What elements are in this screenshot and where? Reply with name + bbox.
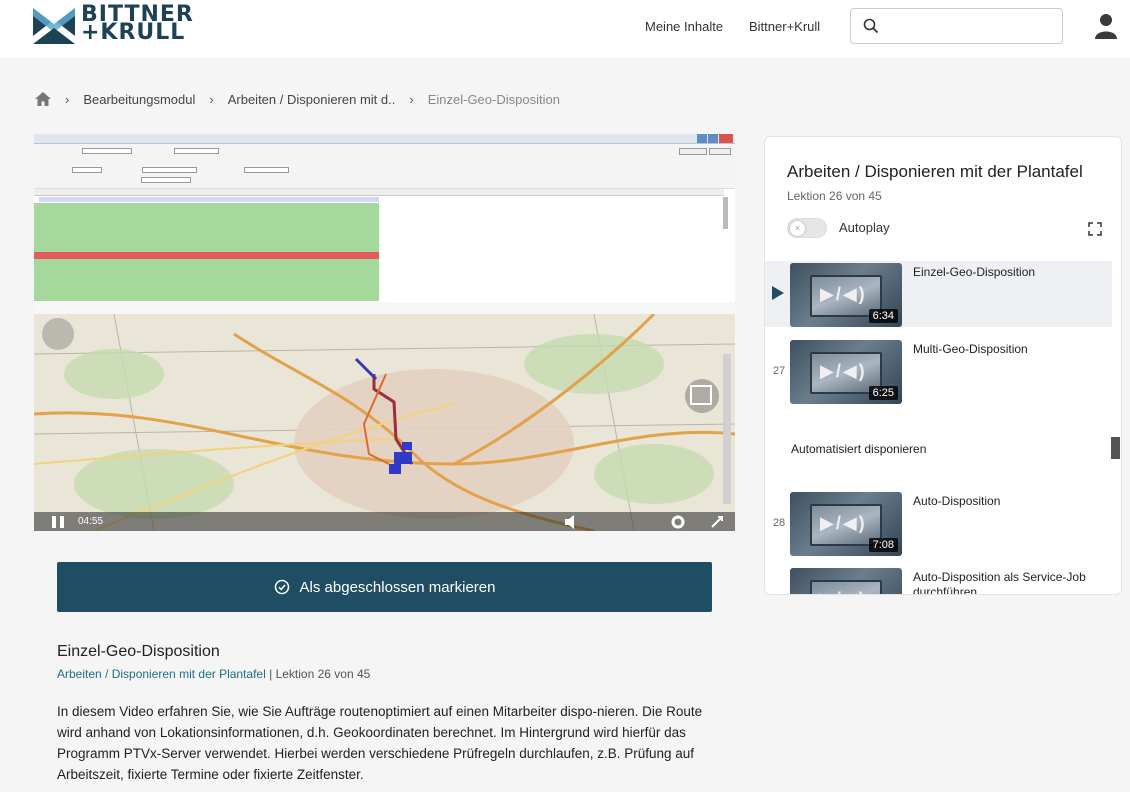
- window-buttons: [696, 134, 733, 144]
- breadcrumb-separator: ›: [209, 91, 214, 107]
- playlist-item[interactable]: ▶/◀) 6:34 Einzel-Geo-Disposition: [765, 261, 1112, 327]
- course-link[interactable]: Arbeiten / Disponieren mit der Plantafel: [57, 667, 266, 681]
- playlist-lesson: Lektion 26 von 45: [787, 189, 882, 203]
- top-header: BITTNER +KRULL Meine Inhalte Bittner+Kru…: [0, 0, 1130, 58]
- now-playing-icon: [772, 286, 784, 300]
- video-thumbnail: ▶/◀): [790, 568, 902, 594]
- playlist-item-title: Auto-Disposition: [913, 494, 1001, 508]
- playlist-item[interactable]: 27 ▶/◀) 6:25 Multi-Geo-Disposition: [765, 338, 1112, 404]
- lesson-number: Lektion 26 von 45: [275, 667, 371, 681]
- video-duration: 7:08: [868, 538, 898, 552]
- map-header: [34, 302, 735, 314]
- lesson-description: In diesem Video erfahren Sie, wie Sie Au…: [57, 704, 703, 782]
- breadcrumb: › Bearbeitungsmodul › Arbeiten / Disponi…: [35, 89, 560, 109]
- home-icon[interactable]: [35, 92, 51, 106]
- pause-icon[interactable]: [50, 514, 66, 530]
- breadcrumb-separator: ›: [409, 91, 414, 107]
- playlist-item[interactable]: ▶/◀) Auto-Disposition als Service-Job du…: [765, 566, 1112, 595]
- nav-meine-inhalte[interactable]: Meine Inhalte: [645, 19, 723, 34]
- brand-logo[interactable]: BITTNER +KRULL: [33, 4, 194, 44]
- video-app-toolbar: [34, 144, 735, 189]
- breadcrumb-item[interactable]: Arbeiten / Disponieren mit d..: [228, 92, 396, 107]
- check-circle-icon: [274, 579, 289, 595]
- breadcrumb-current: Einzel-Geo-Disposition: [427, 91, 560, 107]
- thumbnail-play-icon: ▶/◀): [820, 284, 867, 304]
- playlist-title: Arbeiten / Disponieren mit der Plantafel: [787, 162, 1083, 181]
- breadcrumb-separator: ›: [65, 91, 70, 107]
- search-icon: [863, 18, 879, 34]
- settings-icon[interactable]: [670, 514, 686, 530]
- video-duration: 6:25: [868, 386, 898, 400]
- brand-line2: +KRULL: [81, 20, 186, 45]
- video-thumbnail: ▶/◀) 7:08: [790, 492, 902, 556]
- user-icon[interactable]: [1094, 13, 1118, 39]
- breadcrumb-item[interactable]: Bearbeitungsmodul: [83, 92, 195, 107]
- map-view: [34, 314, 735, 531]
- playlist-section-label: Automatisiert disponieren: [791, 442, 927, 456]
- playlist-item-number: 28: [772, 517, 786, 529]
- playlist-item-number: 27: [772, 365, 786, 377]
- video-app-titlebar: [34, 134, 735, 144]
- video-thumbnail: ▶/◀) 6:34: [790, 263, 902, 327]
- playlist-item-title: Einzel-Geo-Disposition: [913, 265, 1036, 279]
- brand-wordmark: BITTNER +KRULL: [81, 4, 194, 45]
- toggle-knob: ×: [790, 221, 805, 236]
- autoplay-label: Autoplay: [839, 220, 890, 235]
- thumbnail-play-icon: ▶/◀): [820, 589, 867, 594]
- search-input[interactable]: [887, 15, 1057, 37]
- search-box[interactable]: [850, 8, 1063, 44]
- video-duration: 6:34: [868, 309, 898, 323]
- nav-bittner-krull[interactable]: Bittner+Krull: [749, 19, 820, 34]
- expand-icon[interactable]: [1088, 222, 1102, 236]
- lesson-subtitle: Arbeiten / Disponieren mit der Plantafel…: [57, 667, 737, 681]
- playlist-panel: Arbeiten / Disponieren mit der Plantafel…: [764, 136, 1122, 595]
- lesson-info: Einzel-Geo-Disposition Arbeiten / Dispon…: [57, 643, 737, 785]
- video-app-table: [34, 189, 735, 301]
- video-controls[interactable]: 04:55: [34, 512, 735, 531]
- video-thumbnail: ▶/◀) 6:25: [790, 340, 902, 404]
- map-drawing: [34, 314, 735, 531]
- fullscreen-icon[interactable]: [710, 515, 724, 529]
- mark-complete-label: Als abgeschlossen markieren: [299, 578, 496, 596]
- playlist-item-title: Multi-Geo-Disposition: [913, 342, 1028, 356]
- playlist-item[interactable]: 28 ▶/◀) 7:08 Auto-Disposition: [765, 490, 1112, 556]
- video-player[interactable]: 04:55: [34, 134, 735, 531]
- lesson-title: Einzel-Geo-Disposition: [57, 643, 220, 660]
- playlist-scrollbar[interactable]: [1111, 437, 1120, 459]
- thumbnail-play-icon: ▶/◀): [820, 361, 867, 381]
- mark-complete-button[interactable]: Als abgeschlossen markieren: [57, 562, 712, 612]
- logo-mark-icon: [33, 8, 75, 44]
- playlist-item-title: Auto-Disposition als Service-Job durchfü…: [913, 570, 1086, 595]
- video-time: 04:55: [78, 516, 104, 527]
- autoplay-toggle[interactable]: ×: [787, 218, 827, 238]
- volume-icon[interactable]: [564, 514, 580, 530]
- thumbnail-play-icon: ▶/◀): [820, 513, 867, 533]
